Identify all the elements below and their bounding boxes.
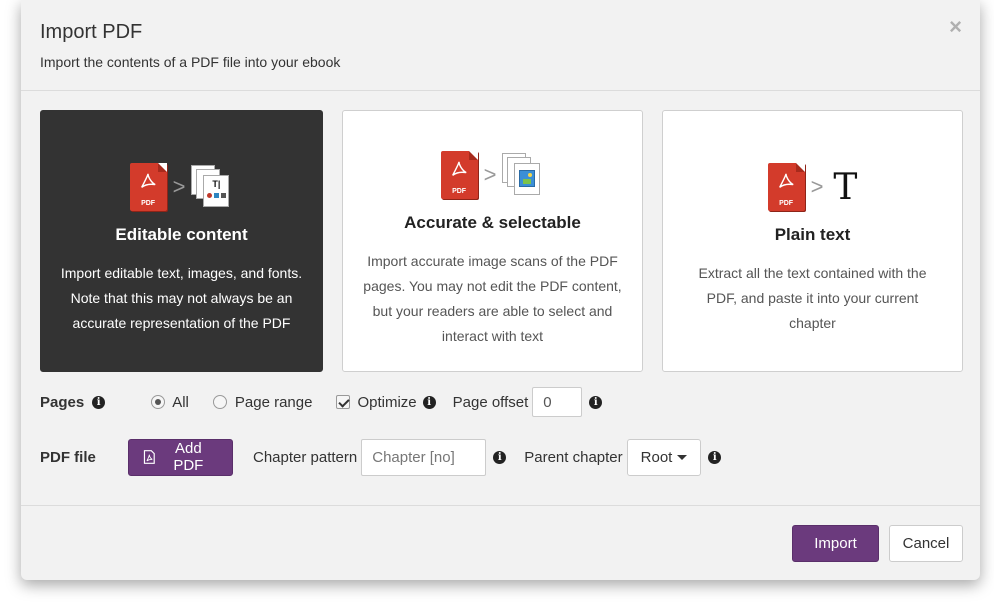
pdf-file-icon: PDF <box>440 151 478 199</box>
optimize-checkbox[interactable] <box>336 395 351 409</box>
image-pages-icon <box>502 153 544 197</box>
text-icon: T <box>833 166 858 208</box>
import-mode-cards: PDF > T| Editable content Import editabl… <box>40 110 963 372</box>
page-offset-label: Page offset <box>452 393 529 411</box>
page-offset-input[interactable] <box>532 387 583 417</box>
card-description: Import editable text, images, and fonts.… <box>60 265 303 331</box>
pdf-to-image-icon: PDF > <box>343 151 642 199</box>
pdf-file-label: PDF <box>141 200 156 207</box>
optimize-label: Optimize <box>357 393 417 411</box>
card-editable-content[interactable]: PDF > T| Editable content Import editabl… <box>40 110 323 372</box>
card-plain-text[interactable]: PDF > T Plain text Extract all the text … <box>662 110 963 372</box>
card-description: Import accurate image scans of the PDF p… <box>363 253 622 344</box>
parent-chapter-label: Parent chapter <box>524 448 623 466</box>
pdf-file-label: PDF file <box>40 448 96 466</box>
pdf-file-label: PDF <box>779 200 794 207</box>
parent-chapter-dropdown[interactable]: Root <box>626 438 702 476</box>
radio-page-range-label: Page range <box>234 393 313 411</box>
pdf-to-text-icon: PDF > T <box>663 163 962 211</box>
card-accurate-selectable[interactable]: PDF > Accurate & selectable Import accur… <box>342 110 643 372</box>
editable-glyph: T| <box>212 179 221 189</box>
parent-chapter-value: Root <box>640 448 673 466</box>
pdf-file-row: PDF file Add PDF Chapter pattern i Paren… <box>40 438 722 476</box>
radio-all[interactable] <box>151 395 166 409</box>
arrow-icon: > <box>810 174 824 199</box>
info-icon[interactable]: i <box>422 395 436 409</box>
info-icon[interactable]: i <box>92 395 106 409</box>
info-icon[interactable]: i <box>708 450 722 464</box>
chapter-pattern-label: Chapter pattern <box>253 448 358 466</box>
info-icon[interactable]: i <box>589 395 603 409</box>
modal-title: Import PDF <box>40 21 143 43</box>
modal-footer: Import Cancel <box>21 505 980 580</box>
pdf-file-label: PDF <box>452 188 467 195</box>
import-button[interactable]: Import <box>792 525 879 562</box>
file-pdf-icon <box>143 450 155 464</box>
arrow-icon: > <box>483 162 497 187</box>
add-pdf-button[interactable]: Add PDF <box>128 438 233 476</box>
modal-header: Import PDF Import the contents of a PDF … <box>21 0 980 91</box>
chapter-pattern-input[interactable] <box>361 438 487 476</box>
pdf-to-editable-icon: PDF > T| <box>41 163 322 211</box>
import-pdf-modal: Import PDF Import the contents of a PDF … <box>21 0 980 580</box>
cancel-button[interactable]: Cancel <box>889 525 963 562</box>
caret-down-icon <box>677 454 688 460</box>
pages-row: Pages i All Page range Optimize i Page o… <box>40 386 603 418</box>
arrow-icon: > <box>172 174 186 199</box>
add-pdf-label: Add PDF <box>173 440 204 474</box>
card-title: Accurate & selectable <box>404 213 581 232</box>
info-icon[interactable]: i <box>493 450 507 464</box>
pdf-file-icon: PDF <box>129 163 167 211</box>
card-title: Plain text <box>774 225 851 244</box>
pdf-file-icon: PDF <box>767 163 805 211</box>
card-description: Extract all the text contained with the … <box>698 265 927 331</box>
radio-page-range[interactable] <box>212 395 227 409</box>
modal-subtitle: Import the contents of a PDF file into y… <box>40 54 341 70</box>
editable-pages-icon: T| <box>191 165 233 209</box>
pages-label: Pages <box>40 393 85 411</box>
card-title: Editable content <box>115 225 248 244</box>
close-icon[interactable]: × <box>949 14 962 40</box>
radio-all-label: All <box>172 393 189 411</box>
